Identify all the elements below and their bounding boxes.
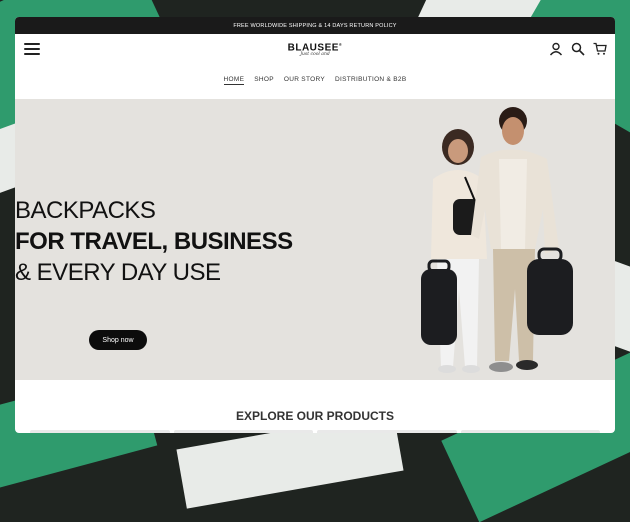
- brand-logo[interactable]: BLAUSEE® Just cool and: [288, 42, 343, 57]
- hero-models-image: [421, 107, 573, 373]
- hamburger-menu-icon[interactable]: [24, 43, 40, 55]
- hero-line-2: FOR TRAVEL, BUSINESS: [15, 228, 293, 255]
- account-icon[interactable]: [549, 42, 563, 56]
- hero-line-1: BACKPACKS: [15, 197, 156, 224]
- nav-item-our-story[interactable]: OUR STORY: [284, 76, 325, 84]
- hero-banner: BACKPACKS FOR TRAVEL, BUSINESS & EVERY D…: [15, 99, 615, 380]
- product-card[interactable]: [317, 430, 457, 433]
- announcement-text: FREE WORLDWIDE SHIPPING & 14 DAYS RETURN…: [233, 22, 397, 29]
- product-card[interactable]: [30, 430, 170, 433]
- registered-mark: ®: [338, 42, 343, 47]
- nav-item-distribution-b2b[interactable]: DISTRIBUTION & B2B: [335, 76, 407, 84]
- product-card-row: [30, 430, 600, 433]
- product-card[interactable]: [173, 430, 313, 433]
- main-nav: HOME SHOP OUR STORY DISTRIBUTION & B2B: [15, 68, 615, 92]
- product-card[interactable]: [460, 430, 600, 433]
- nav-item-shop[interactable]: SHOP: [254, 76, 274, 84]
- cart-icon[interactable]: [593, 42, 607, 56]
- nav-item-home[interactable]: HOME: [223, 76, 245, 85]
- shop-now-button[interactable]: Shop now: [89, 330, 147, 350]
- hero-headline: BACKPACKS FOR TRAVEL, BUSINESS & EVERY D…: [15, 195, 293, 288]
- announcement-bar: FREE WORLDWIDE SHIPPING & 14 DAYS RETURN…: [15, 17, 615, 34]
- site-header: BLAUSEE® Just cool and: [15, 34, 615, 68]
- search-icon[interactable]: [571, 42, 585, 56]
- browser-page: FREE WORLDWIDE SHIPPING & 14 DAYS RETURN…: [15, 17, 615, 433]
- hero-line-3: & EVERY DAY USE: [15, 259, 221, 286]
- section-title: EXPLORE OUR PRODUCTS: [235, 409, 394, 423]
